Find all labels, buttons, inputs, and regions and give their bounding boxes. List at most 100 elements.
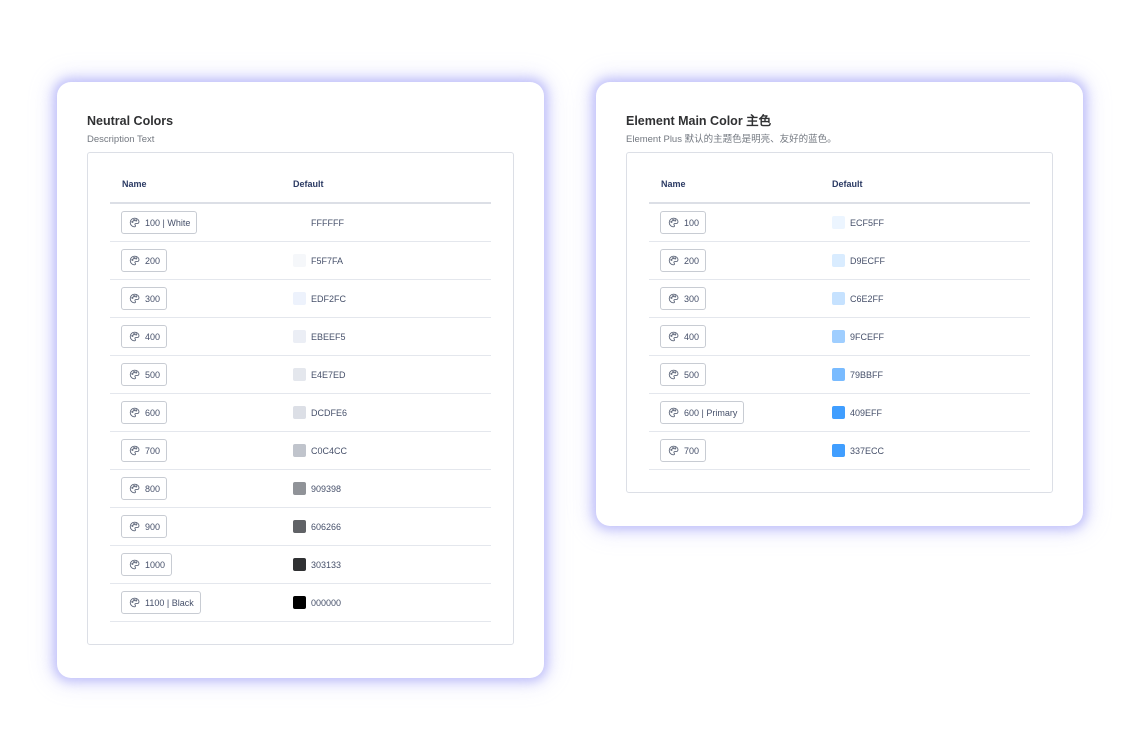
color-name-chip[interactable]: 800 [121,477,168,500]
default-value-cell: F5F7FA [293,254,491,267]
default-value-cell: EDF2FC [293,292,491,305]
color-name-chip[interactable]: 100 | White [121,211,198,234]
name-cell: 300 [110,287,293,310]
table-body: 100 ECF5FF 200 D9ECFF 300 C6E2FF 400 9FCEFF 500 7… [649,204,1030,470]
name-cell: 300 [649,287,832,310]
default-value-cell: E4E7ED [293,368,491,381]
default-value-cell: 606266 [293,520,491,533]
color-name-chip[interactable]: 1000 [121,553,173,576]
palette-icon [129,293,140,304]
palette-icon [668,331,679,342]
palette-icon [129,445,140,456]
table-row: 400 EBEEF5 [110,318,491,356]
hex-value: 303133 [311,559,342,570]
color-swatch [832,254,845,267]
color-name-chip[interactable]: 700 [121,439,168,462]
color-name-chip[interactable]: 300 [660,287,707,310]
name-cell: 100 | White [110,211,293,234]
card-description: Description Text [87,134,155,145]
color-swatch [293,216,306,229]
color-swatch [832,330,845,343]
color-name-label: 100 [684,217,700,228]
palette-icon [129,407,140,418]
color-swatch [293,558,306,571]
hex-value: C6E2FF [850,293,884,304]
hex-value: C0C4CC [311,445,348,456]
default-value-cell: DCDFE6 [293,406,491,419]
table-row: 900 606266 [110,508,491,546]
hex-value: F5F7FA [311,255,344,266]
name-cell: 400 [110,325,293,348]
color-table: Name Default 100 | White FFFFFF 200 F5F7FA 3… [87,152,514,645]
color-name-label: 600 | Primary [684,407,738,418]
name-cell: 200 [649,249,832,272]
color-swatch [293,482,306,495]
color-name-chip[interactable]: 900 [121,515,168,538]
column-header-default: Default [832,179,863,189]
table-row: 700 C0C4CC [110,432,491,470]
palette-icon [668,369,679,380]
color-name-chip[interactable]: 600 | Primary [660,401,745,424]
default-value-cell: 909398 [293,482,491,495]
table-row: 300 C6E2FF [649,280,1030,318]
color-name-label: 400 [145,331,161,342]
table-row: 600 DCDFE6 [110,394,491,432]
color-name-chip[interactable]: 500 [121,363,168,386]
table-row: 600 | Primary 409EFF [649,394,1030,432]
default-value-cell: C0C4CC [293,444,491,457]
color-swatch [832,406,845,419]
color-name-label: 200 [684,255,700,266]
color-swatch [293,292,306,305]
name-cell: 400 [649,325,832,348]
palette-icon [129,597,140,608]
default-value-cell: FFFFFF [293,216,491,229]
hex-value: 606266 [311,521,342,532]
default-value-cell: ECF5FF [832,216,1030,229]
column-header-name: Name [661,179,686,189]
hex-value: 409EFF [850,407,883,418]
color-name-chip[interactable]: 700 [660,439,707,462]
default-value-cell: EBEEF5 [293,330,491,343]
color-name-chip[interactable]: 1100 | Black [121,591,201,614]
table-row: 400 9FCEFF [649,318,1030,356]
table-row: 200 D9ECFF [649,242,1030,280]
column-header-default: Default [293,179,324,189]
color-name-chip[interactable]: 500 [660,363,707,386]
name-cell: 1100 | Black [110,591,293,614]
palette-icon [129,559,140,570]
hex-value: 000000 [311,597,342,608]
color-name-label: 300 [145,293,161,304]
color-name-chip[interactable]: 100 [660,211,707,234]
color-name-chip[interactable]: 200 [121,249,168,272]
color-name-label: 200 [145,255,161,266]
default-value-cell: 303133 [293,558,491,571]
color-name-label: 900 [145,521,161,532]
card-description: Element Plus 默认的主题色是明亮、友好的蓝色。 [626,134,837,145]
color-name-chip[interactable]: 200 [660,249,707,272]
name-cell: 1000 [110,553,293,576]
color-name-chip[interactable]: 400 [660,325,707,348]
table-row: 500 79BBFF [649,356,1030,394]
palette-icon [668,407,679,418]
name-cell: 600 | Primary [649,401,832,424]
neutral-colors-card: Neutral Colors Description Text Name Def… [57,82,544,678]
color-name-label: 400 [684,331,700,342]
color-name-chip[interactable]: 600 [121,401,168,424]
color-swatch [293,368,306,381]
hex-value: FFFFFF [311,217,344,228]
palette-icon [129,255,140,266]
palette-icon [668,293,679,304]
color-name-chip[interactable]: 300 [121,287,168,310]
color-name-chip[interactable]: 400 [121,325,168,348]
palette-icon [668,255,679,266]
name-cell: 900 [110,515,293,538]
hex-value: 79BBFF [850,369,884,380]
hex-value: E4E7ED [311,369,346,380]
default-value-cell: C6E2FF [832,292,1030,305]
palette-icon [129,369,140,380]
color-swatch [293,406,306,419]
color-name-label: 800 [145,483,161,494]
default-value-cell: D9ECFF [832,254,1030,267]
palette-icon [129,521,140,532]
name-cell: 600 [110,401,293,424]
